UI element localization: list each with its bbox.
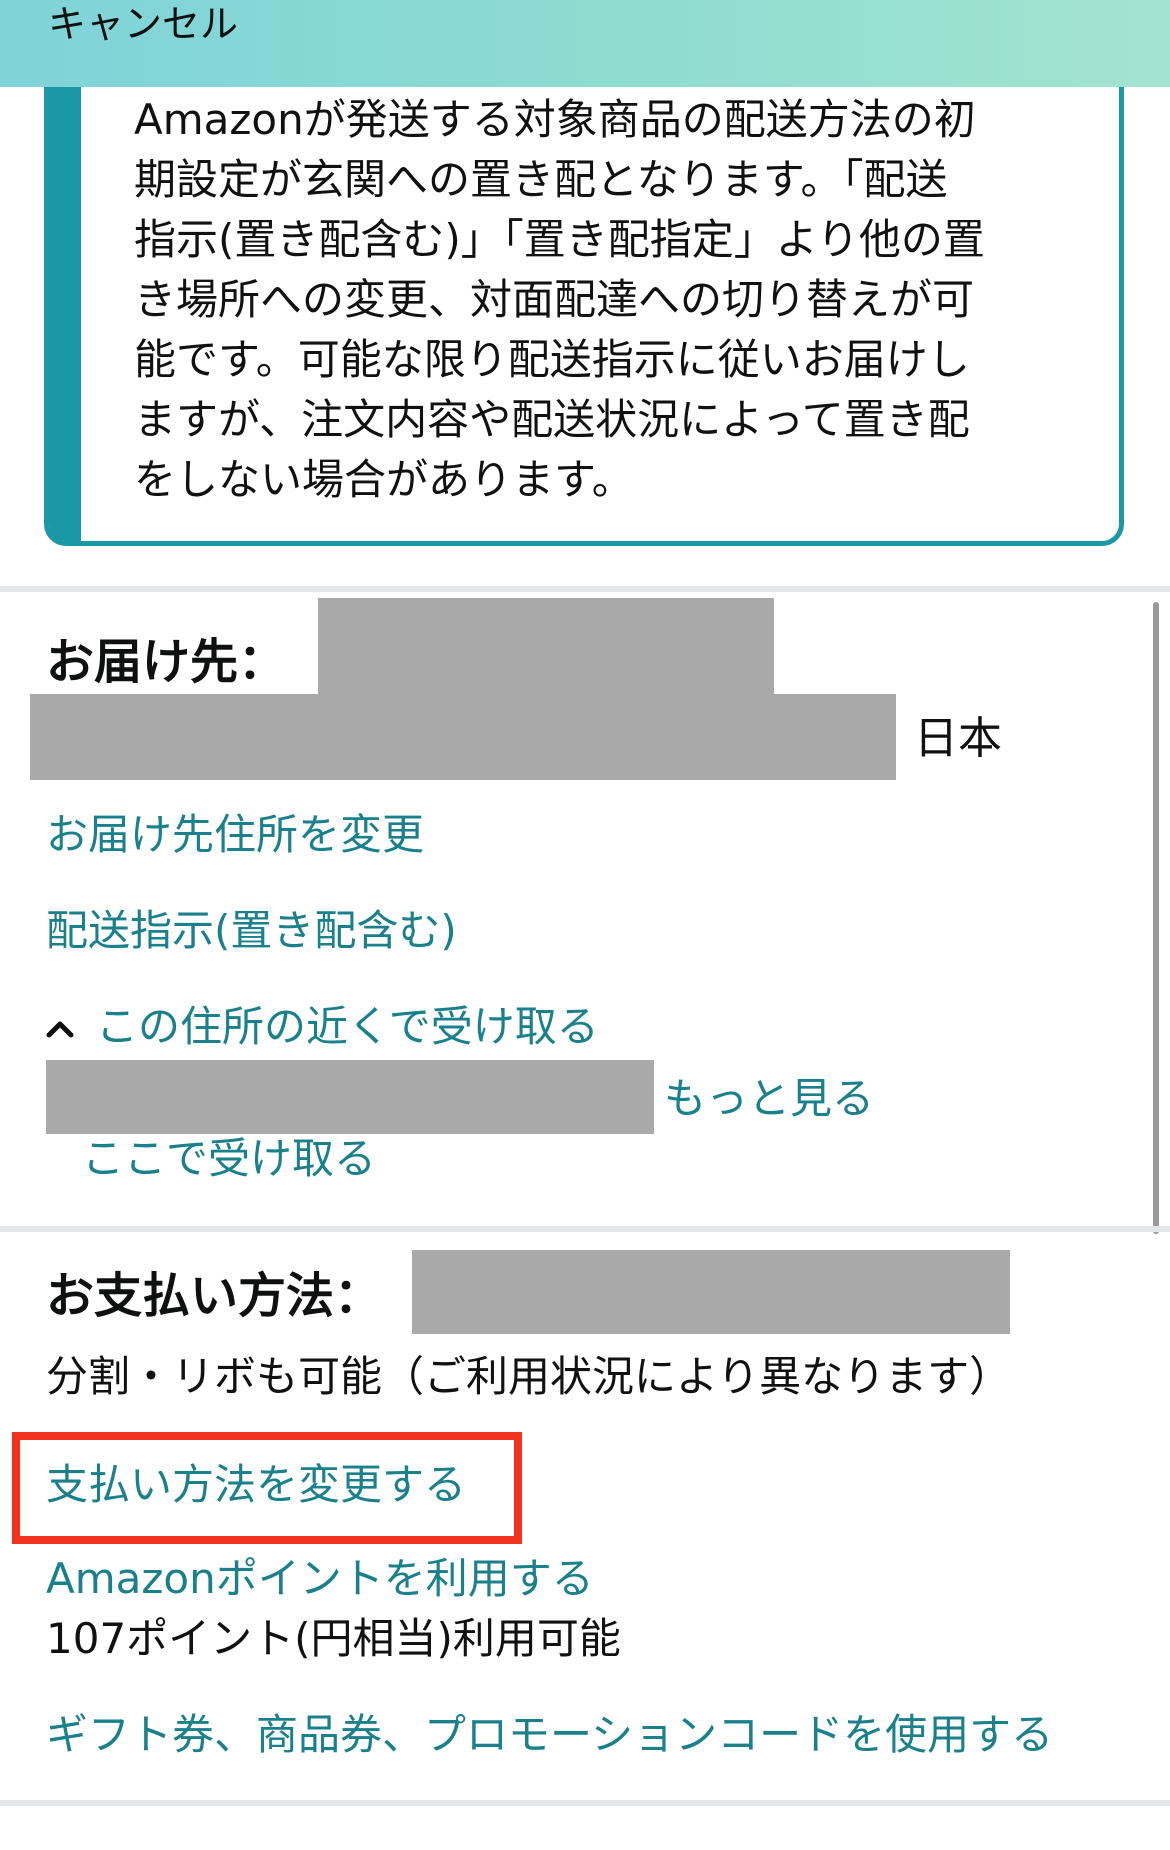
redacted-pickup-location (46, 1060, 654, 1134)
cancel-button[interactable]: キャンセル (48, 2, 238, 46)
shipping-country: 日本 (914, 713, 1002, 764)
delivery-notice-text: Amazonが発送する対象商品の配送方法の初 期設定が玄関への置き配となります。… (134, 95, 985, 504)
change-payment-link[interactable]: 支払い方法を変更する (46, 1458, 466, 1512)
see-more-link[interactable]: もっと見る (664, 1072, 874, 1126)
use-points-link[interactable]: Amazonポイントを利用する (46, 1552, 594, 1606)
delivery-instructions-link[interactable]: 配送指示(置き配含む) (46, 904, 457, 958)
change-address-link[interactable]: お届け先住所を変更 (46, 808, 424, 862)
pickup-nearby-toggle[interactable]: この住所の近くで受け取る (96, 1000, 599, 1054)
redacted-payment-method (412, 1250, 1010, 1334)
notice-accent-bar (49, 60, 81, 541)
chevron-up-icon[interactable] (46, 1015, 74, 1043)
redacted-address (30, 694, 896, 780)
section-divider (0, 586, 1170, 592)
section-divider (0, 1800, 1170, 1806)
redacted-recipient-name (318, 598, 774, 694)
points-available-text: 107ポイント(円相当)利用可能 (46, 1614, 621, 1663)
scrollbar[interactable] (1153, 602, 1159, 1234)
installment-note: 分割・リボも可能（ご利用状況により異なります） (46, 1352, 1012, 1401)
shipping-heading: お届け先： (46, 634, 287, 690)
payment-heading: お支払い方法： (46, 1268, 383, 1324)
pickup-here-link[interactable]: ここで受け取る (82, 1132, 376, 1186)
top-header-bar: キャンセル (0, 0, 1170, 87)
gift-card-link[interactable]: ギフト券、商品券、プロモーションコードを使用する (46, 1708, 1053, 1762)
section-divider (0, 1226, 1170, 1232)
